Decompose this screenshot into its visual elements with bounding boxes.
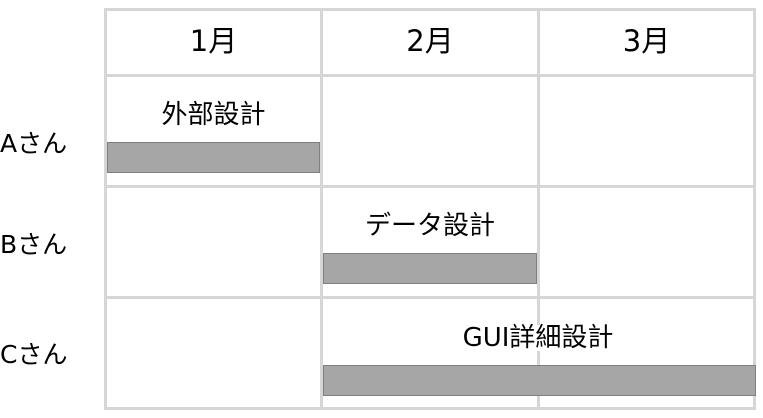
grid-line: [104, 74, 756, 77]
task-label: 外部設計: [161, 100, 266, 130]
task-bar: [323, 253, 537, 284]
grid-line: [104, 8, 756, 11]
task-bar: [323, 365, 756, 396]
grid-line: [753, 8, 756, 410]
grid-line: [104, 185, 756, 188]
task-bar: [107, 142, 320, 173]
task-label: データ設計: [364, 211, 495, 241]
month-header: 1月: [189, 24, 238, 58]
grid-line: [104, 8, 107, 410]
person-label: Cさん: [0, 340, 68, 369]
person-label: Bさん: [0, 230, 68, 259]
grid-line: [104, 296, 756, 299]
month-header: 3月: [622, 24, 671, 58]
month-header: 2月: [406, 24, 454, 58]
person-label: Aさん: [0, 129, 68, 158]
grid-line: [104, 407, 756, 410]
task-label: GUI詳細設計: [323, 325, 753, 351]
